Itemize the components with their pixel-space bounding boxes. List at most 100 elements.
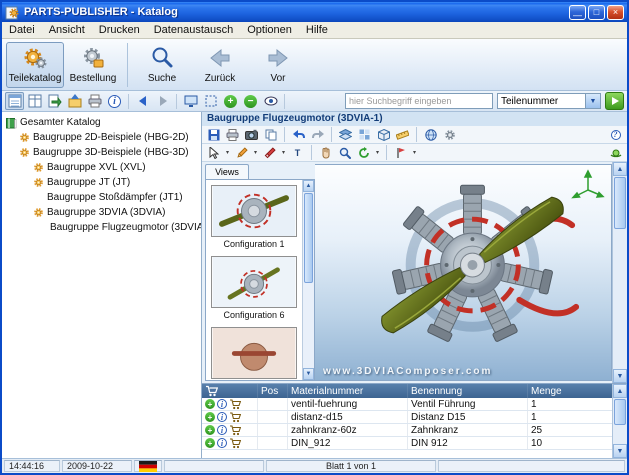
tree-item-2d-beispiele[interactable]: Baugruppe 2D-Beispiele (HBG-2D) — [2, 130, 201, 145]
menu-datei[interactable]: Datei — [2, 23, 42, 37]
bestellung-button[interactable]: Bestellung — [64, 42, 122, 88]
menu-ansicht[interactable]: Ansicht — [42, 23, 92, 37]
tree-item-gesamter-katalog[interactable]: Gesamter Katalog — [2, 115, 201, 130]
table-row[interactable]: + i zahnkranz-60z Zahnkranz 25 — [202, 424, 612, 437]
view-thumbnail-configuration-1[interactable] — [211, 185, 297, 237]
scrollbar-thumb[interactable] — [614, 399, 626, 425]
scroll-down-icon[interactable]: ▼ — [303, 368, 314, 380]
add-part-icon[interactable]: + — [205, 412, 215, 422]
upload-button[interactable] — [65, 92, 84, 110]
add-part-icon[interactable]: + — [205, 399, 215, 409]
menu-hilfe[interactable]: Hilfe — [299, 23, 335, 37]
chevron-down-icon[interactable]: ▼ — [585, 94, 600, 108]
screen-button[interactable] — [181, 92, 200, 110]
scroll-up-icon[interactable]: ▲ — [303, 180, 314, 192]
tree-item-xvl[interactable]: Baugruppe XVL (XVL) — [2, 160, 201, 175]
search-go-button[interactable] — [605, 92, 624, 110]
measure-button[interactable] — [394, 127, 411, 143]
tree-item-3d-beispiele[interactable]: Baugruppe 3D-Beispiele (HBG-3D) — [2, 145, 201, 160]
table-scrollbar[interactable]: ▲ ▼ — [612, 384, 627, 458]
scroll-down-icon[interactable]: ▼ — [613, 444, 627, 458]
table-view-button[interactable] — [25, 92, 44, 110]
chevron-down-icon[interactable]: ▾ — [280, 149, 287, 156]
table-row[interactable]: + i distanz-d15 Distanz D15 1 — [202, 411, 612, 424]
scroll-down-icon[interactable]: ▼ — [613, 369, 627, 383]
viewport-3d[interactable]: www.3DVIAComposer.com — [315, 164, 612, 381]
close-button[interactable]: × — [607, 5, 624, 20]
scroll-up-icon[interactable]: ▲ — [613, 384, 627, 398]
chevron-down-icon[interactable]: ▾ — [374, 149, 381, 156]
search-field-select[interactable]: Teilenummer ▼ — [497, 93, 601, 109]
search-input[interactable] — [345, 93, 493, 109]
maximize-button[interactable]: □ — [588, 5, 605, 20]
globe-button[interactable] — [422, 127, 439, 143]
layers-button[interactable] — [337, 127, 354, 143]
minimize-button[interactable]: — — [569, 5, 586, 20]
snapshot-button[interactable] — [243, 127, 260, 143]
info-button[interactable]: i — [105, 92, 124, 110]
copy-button[interactable] — [262, 127, 279, 143]
fit-view-button[interactable] — [201, 92, 220, 110]
zoom-out-button[interactable]: − — [241, 92, 260, 110]
suche-button[interactable]: Suche — [133, 42, 191, 88]
chevron-down-icon[interactable]: ▾ — [224, 149, 231, 156]
chevron-down-icon[interactable]: ▾ — [252, 149, 259, 156]
viewer-help-button[interactable]: ? — [607, 127, 624, 143]
part-info-icon[interactable]: i — [217, 412, 227, 422]
viewer-scrollbar[interactable]: ▲ ▼ — [612, 162, 627, 383]
chevron-down-icon[interactable]: ▾ — [411, 149, 418, 156]
viewer-settings-button[interactable] — [441, 127, 458, 143]
view-thumbnail-partial[interactable] — [211, 327, 297, 379]
vor-button[interactable]: Vor — [249, 42, 307, 88]
add-part-icon[interactable]: + — [205, 438, 215, 448]
column-header-benennung[interactable]: Benennung — [408, 384, 528, 398]
scrollbar-thumb[interactable] — [614, 177, 626, 229]
views-scrollbar[interactable]: ▲ ▼ — [302, 180, 314, 380]
status-language[interactable] — [134, 460, 162, 472]
engine-3d-model[interactable] — [315, 165, 611, 380]
nav-back-button[interactable] — [133, 92, 152, 110]
column-header-menge[interactable]: Menge — [528, 384, 612, 398]
column-header-pos[interactable]: Pos — [258, 384, 288, 398]
scroll-up-icon[interactable]: ▲ — [613, 162, 627, 176]
print-button[interactable] — [85, 92, 104, 110]
rotate-tool-button[interactable] — [355, 145, 372, 161]
grid-button[interactable] — [356, 127, 373, 143]
viewer-print-button[interactable] — [224, 127, 241, 143]
part-info-icon[interactable]: i — [217, 438, 227, 448]
tree-item-stossdaempfer[interactable]: Baugruppe Stoßdämpfer (JT1) — [2, 190, 201, 205]
flag-tool-button[interactable] — [392, 145, 409, 161]
report-view-button[interactable] — [5, 92, 24, 110]
pencil-tool-button[interactable] — [233, 145, 250, 161]
add-part-icon[interactable]: + — [205, 425, 215, 435]
marker-tool-button[interactable] — [261, 145, 278, 161]
visibility-button[interactable] — [261, 92, 280, 110]
scrollbar-thumb[interactable] — [304, 193, 313, 283]
tree-item-flugzeugmotor[interactable]: Baugruppe Flugzeugmotor (3DVIA-1) — [2, 220, 201, 235]
export-button[interactable] — [45, 92, 64, 110]
zoom-in-button[interactable]: + — [221, 92, 240, 110]
teilekatalog-button[interactable]: Teilekatalog — [6, 42, 64, 88]
pan-tool-button[interactable] — [317, 145, 334, 161]
text-tool-button[interactable]: T — [289, 145, 306, 161]
model-cube-button[interactable] — [375, 127, 392, 143]
cart-icon[interactable] — [229, 412, 241, 423]
save-button[interactable] — [205, 127, 222, 143]
table-row[interactable]: + i ventil-fuehrung Ventil Führung 1 — [202, 398, 612, 411]
view-mode-toggle-button[interactable] — [607, 145, 624, 161]
cart-icon[interactable] — [229, 425, 241, 436]
cart-icon[interactable] — [229, 438, 241, 449]
views-tab[interactable]: Views — [205, 164, 249, 179]
view-thumbnail-configuration-6[interactable] — [211, 256, 297, 308]
menu-optionen[interactable]: Optionen — [240, 23, 299, 37]
table-row[interactable]: + i DIN_912 DIN 912 10 — [202, 437, 612, 450]
undo-view-button[interactable] — [290, 127, 307, 143]
order-column-header[interactable] — [202, 384, 258, 398]
zurueck-button[interactable]: Zurück — [191, 42, 249, 88]
menu-drucken[interactable]: Drucken — [92, 23, 147, 37]
cart-icon[interactable] — [229, 399, 241, 410]
tree-item-jt[interactable]: Baugruppe JT (JT) — [2, 175, 201, 190]
part-info-icon[interactable]: i — [217, 425, 227, 435]
menu-datenaustausch[interactable]: Datenaustausch — [147, 23, 241, 37]
zoom-tool-button[interactable] — [336, 145, 353, 161]
